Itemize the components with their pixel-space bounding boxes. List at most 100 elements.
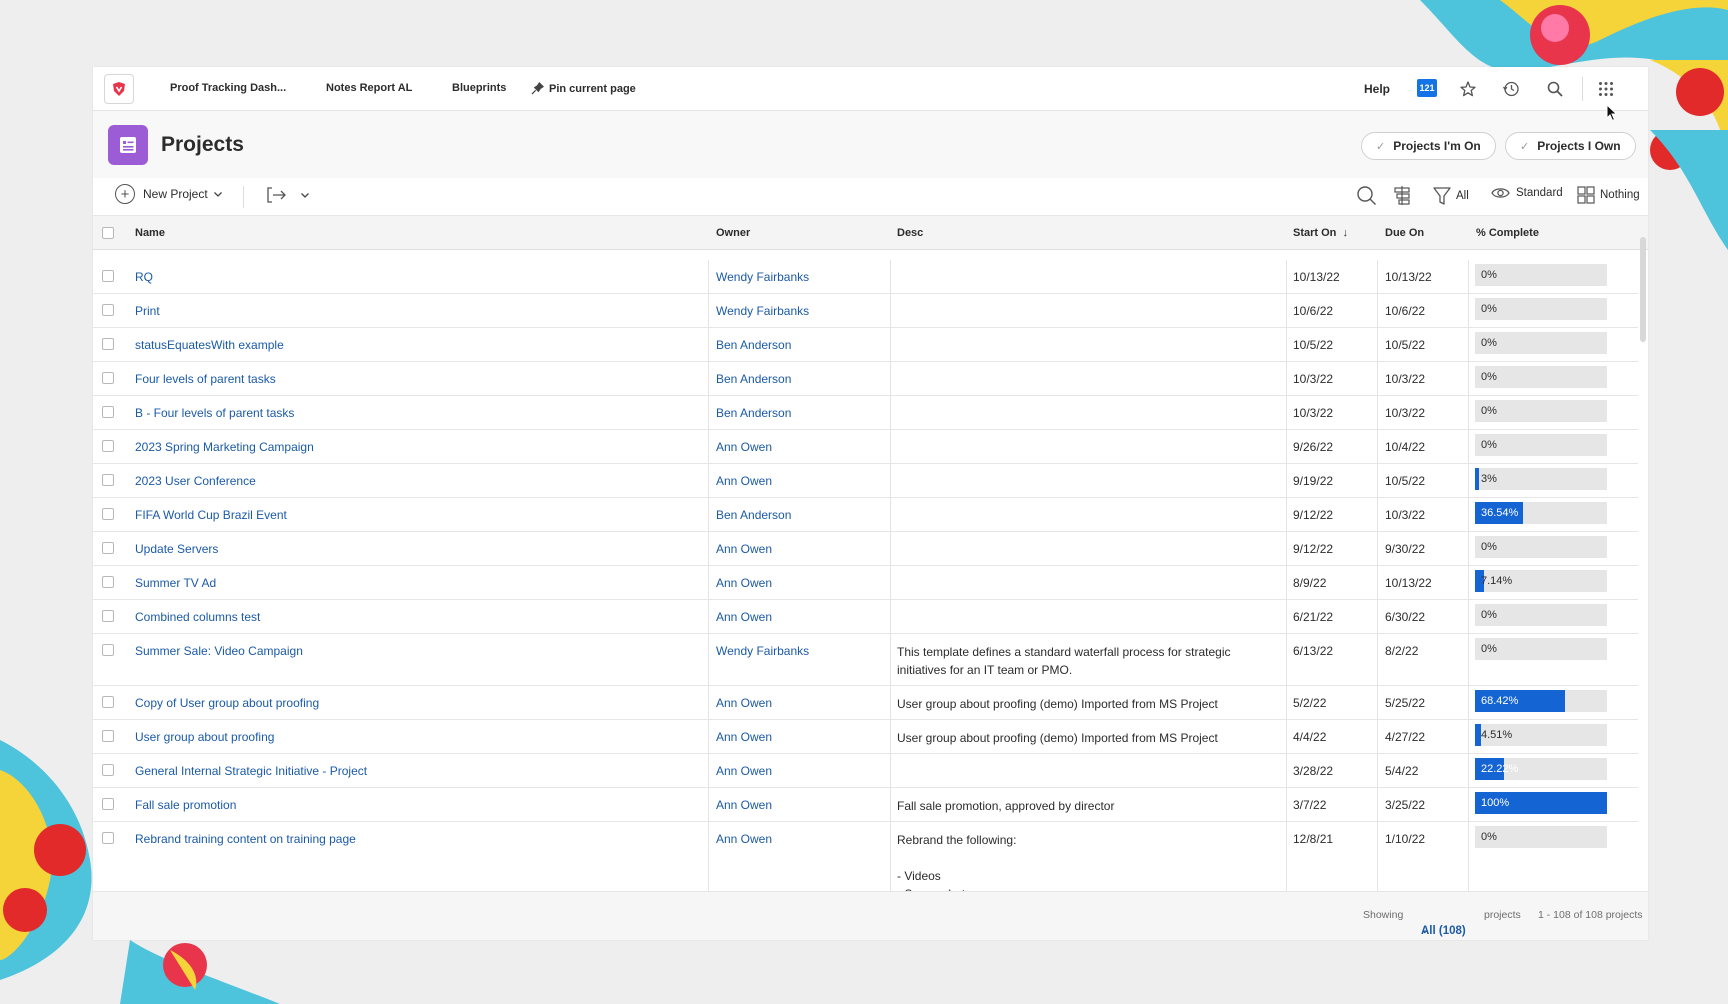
row-checkbox[interactable]: [102, 832, 114, 844]
group-by-button[interactable]: [1393, 185, 1411, 206]
project-name-link[interactable]: B - Four levels of parent tasks: [135, 406, 294, 420]
filter-button[interactable]: All: [1433, 186, 1469, 206]
table-row[interactable]: General Internal Strategic Initiative - …: [93, 754, 1638, 788]
row-checkbox[interactable]: [102, 474, 114, 486]
table-row[interactable]: RQ Wendy Fairbanks 10/13/22 10/13/22 0%: [93, 260, 1638, 294]
row-checkbox[interactable]: [102, 644, 114, 656]
owner-link[interactable]: Ann Owen: [716, 610, 772, 624]
project-name-link[interactable]: Summer Sale: Video Campaign: [135, 644, 303, 658]
owner-link[interactable]: Ann Owen: [716, 440, 772, 454]
owner-link[interactable]: Wendy Fairbanks: [716, 304, 809, 318]
star-icon[interactable]: [1457, 78, 1479, 100]
owner-link[interactable]: Ben Anderson: [716, 338, 791, 352]
table-row[interactable]: 2023 User Conference Ann Owen 9/19/22 10/5/…: [93, 464, 1638, 498]
search-icon[interactable]: [1544, 78, 1566, 100]
row-checkbox[interactable]: [102, 610, 114, 622]
grouping-label: Nothing: [1600, 189, 1640, 201]
project-name-link[interactable]: Summer TV Ad: [135, 576, 216, 590]
owner-link[interactable]: Ann Owen: [716, 696, 772, 710]
project-name-link[interactable]: Four levels of parent tasks: [135, 372, 276, 386]
table-row[interactable]: User group about proofing Ann Owen User gr…: [93, 720, 1638, 754]
row-checkbox[interactable]: [102, 508, 114, 520]
owner-link[interactable]: Wendy Fairbanks: [716, 270, 809, 284]
select-all-checkbox[interactable]: [102, 227, 114, 239]
view-button[interactable]: Standard: [1491, 186, 1563, 200]
table-row[interactable]: Print Wendy Fairbanks 10/6/22 10/6/22 0%: [93, 294, 1638, 328]
table-row[interactable]: statusEquatesWith example Ben Anderson 10/…: [93, 328, 1638, 362]
owner-link[interactable]: Ann Owen: [716, 542, 772, 556]
column-header-owner[interactable]: Owner: [716, 227, 750, 239]
column-header-name[interactable]: Name: [135, 227, 165, 239]
table-row[interactable]: 2023 Spring Marketing Campaign Ann Owen 9/…: [93, 430, 1638, 464]
vertical-scrollbar[interactable]: [1640, 237, 1646, 342]
table-row[interactable]: Combined columns test Ann Owen 6/21/22 6/30…: [93, 600, 1638, 634]
home-logo-button[interactable]: [104, 73, 134, 104]
project-name-link[interactable]: Combined columns test: [135, 610, 260, 624]
project-name-link[interactable]: Copy of User group about proofing: [135, 696, 319, 710]
row-checkbox[interactable]: [102, 372, 114, 384]
owner-link[interactable]: Ann Owen: [716, 474, 772, 488]
table-row[interactable]: Copy of User group about proofing Ann Owe…: [93, 686, 1638, 720]
owner-link[interactable]: Wendy Fairbanks: [716, 644, 809, 658]
owner-link[interactable]: Ann Owen: [716, 798, 772, 812]
due-date: 10/13/22: [1385, 270, 1432, 284]
owner-link[interactable]: Ben Anderson: [716, 508, 791, 522]
row-checkbox[interactable]: [102, 338, 114, 350]
history-icon[interactable]: [1500, 78, 1522, 100]
table-row[interactable]: Summer TV Ad Ann Owen 8/9/22 10/13/22 7.14%: [93, 566, 1638, 600]
list-toolbar: + New Project All Standard Nothing: [93, 178, 1648, 216]
project-name-link[interactable]: 2023 Spring Marketing Campaign: [135, 440, 314, 454]
nav-link-notes-report[interactable]: Notes Report AL: [326, 82, 412, 94]
nav-link-blueprints[interactable]: Blueprints: [452, 82, 506, 94]
new-project-button[interactable]: + New Project: [115, 184, 223, 204]
owner-link[interactable]: Ann Owen: [716, 764, 772, 778]
table-row[interactable]: Fall sale promotion Ann Owen Fall sale pro…: [93, 788, 1638, 822]
owner-link[interactable]: Ben Anderson: [716, 406, 791, 420]
project-name-link[interactable]: statusEquatesWith example: [135, 338, 284, 352]
pin-current-page-button[interactable]: Pin current page: [531, 82, 636, 95]
project-name-link[interactable]: Rebrand training content on training pag…: [135, 832, 356, 846]
export-button[interactable]: [266, 185, 310, 205]
projects-i-own-filter[interactable]: ✓ Projects I Own: [1505, 132, 1636, 160]
row-checkbox[interactable]: [102, 576, 114, 588]
table-row[interactable]: Update Servers Ann Owen 9/12/22 9/30/22 0%: [93, 532, 1638, 566]
column-header-start-on[interactable]: Start On ↓: [1293, 227, 1348, 239]
row-checkbox[interactable]: [102, 406, 114, 418]
project-name-link[interactable]: Fall sale promotion: [135, 798, 236, 812]
row-checkbox[interactable]: [102, 764, 114, 776]
project-name-link[interactable]: RQ: [135, 270, 153, 284]
column-header-due-on[interactable]: Due On: [1385, 227, 1424, 239]
row-checkbox[interactable]: [102, 730, 114, 742]
table-row[interactable]: Summer Sale: Video Campaign Wendy Fairban…: [93, 634, 1638, 686]
column-header-percent-complete[interactable]: % Complete: [1476, 227, 1539, 239]
help-link[interactable]: Help: [1364, 82, 1390, 96]
row-checkbox[interactable]: [102, 798, 114, 810]
app-grid-icon[interactable]: [1595, 78, 1617, 100]
row-checkbox[interactable]: [102, 440, 114, 452]
table-row[interactable]: B - Four levels of parent tasks Ben Ander…: [93, 396, 1638, 430]
owner-link[interactable]: Ann Owen: [716, 730, 772, 744]
row-checkbox[interactable]: [102, 304, 114, 316]
row-checkbox[interactable]: [102, 270, 114, 282]
notification-badge[interactable]: 121: [1417, 79, 1437, 97]
project-name-link[interactable]: FIFA World Cup Brazil Event: [135, 508, 287, 522]
project-name-link[interactable]: General Internal Strategic Initiative - …: [135, 764, 367, 778]
column-header-desc[interactable]: Desc: [897, 227, 923, 239]
row-checkbox[interactable]: [102, 696, 114, 708]
projects-im-on-filter[interactable]: ✓ Projects I'm On: [1361, 132, 1496, 160]
list-footer: Showing All (108) ⌄ projects 1 - 108 of …: [93, 891, 1648, 940]
project-name-link[interactable]: Print: [135, 304, 160, 318]
owner-link[interactable]: Ann Owen: [716, 832, 772, 846]
owner-link[interactable]: Ben Anderson: [716, 372, 791, 386]
table-row[interactable]: FIFA World Cup Brazil Event Ben Anderson 9…: [93, 498, 1638, 532]
project-name-link[interactable]: 2023 User Conference: [135, 474, 256, 488]
project-name-link[interactable]: Update Servers: [135, 542, 218, 556]
project-name-link[interactable]: User group about proofing: [135, 730, 274, 744]
nav-link-proof-tracking[interactable]: Proof Tracking Dash...: [170, 82, 286, 94]
owner-link[interactable]: Ann Owen: [716, 576, 772, 590]
table-row[interactable]: Rebrand training content on training pag…: [93, 822, 1638, 891]
row-checkbox[interactable]: [102, 542, 114, 554]
search-list-button[interactable]: [1356, 185, 1377, 206]
grouping-button[interactable]: Nothing: [1577, 186, 1640, 204]
table-row[interactable]: Four levels of parent tasks Ben Anderson 1…: [93, 362, 1638, 396]
